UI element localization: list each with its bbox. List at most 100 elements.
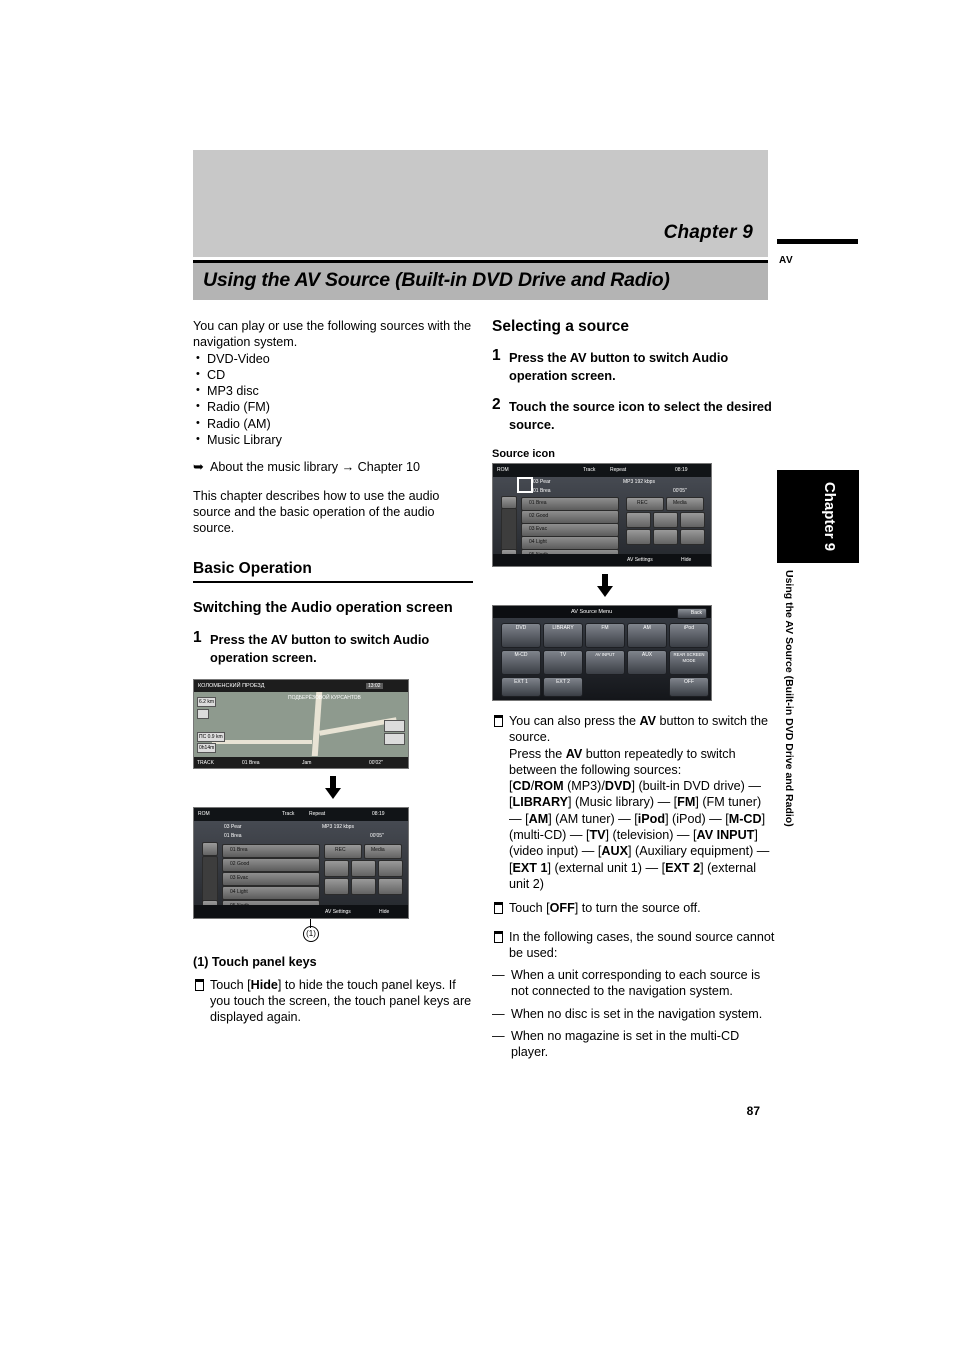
menushot-button-dvd[interactable]: DVD [501,623,541,648]
figure-callout-1: (1) [193,918,407,942]
menushot-button-tv[interactable]: TV [543,650,583,675]
left-column: You can play or use the following source… [193,318,473,1025]
audioshot2-row-top1: 03 Pear [533,479,551,485]
navshot-bottom-time: 00'02" [369,759,383,766]
navshot-icon-box [197,708,209,719]
menushot-button-aux[interactable]: AUX [627,650,667,675]
heading-selecting-a-source: Selecting a source [492,318,629,335]
chapter-description: This chapter describes how to use the au… [193,488,440,536]
navshot-street: ПОДБЕРЁЗОВОЙ КУРСАНТОВ [288,694,361,701]
audioshot2-list-label: 03 Evac [529,526,548,532]
audioshot2-prev-button[interactable] [626,512,651,528]
chapter-title: Using the AV Source (Built-in DVD Drive … [203,269,670,291]
right-column: Selecting a source 1 Press the AV button… [492,318,775,1061]
note-unavailable-sources: In the following cases, the sound source… [492,929,775,962]
step-1-text: Press the AV button to switch Audio oper… [210,631,430,665]
audioshot2-bitrate: MP3 192 kbps [623,479,655,485]
note-av-button: You can also press the AV button to swit… [492,713,775,892]
list-item: Radio (FM) [193,398,473,415]
step-2-number: 2 [492,396,501,413]
step-1-number: 1 [193,628,202,646]
audioshot-track-label: Track [282,810,295,817]
menushot-button-ipod[interactable]: iPod [669,623,709,648]
audioshot-time: 08:19 [372,810,385,817]
audioshot-rew-button[interactable] [324,877,349,895]
audioshot-position: 00'05" [370,832,384,839]
navshot-bottom-artist: Jam [302,759,312,766]
audioshot-list-label: 01 Brea [230,846,248,853]
note-off: Touch [OFF] to turn the source off. [492,900,775,916]
audioshot2-rew-button[interactable] [626,529,651,545]
audioshot-bitrate: MP3 192 kbps [322,823,354,830]
navshot-title: КОЛОМЕНСКИЙ ПРОЕЗД [198,682,265,689]
reference-arrow-icon: ➥ [193,459,204,475]
audioshot2-list-label: 01 Brea [529,500,547,506]
dash-icon: — [492,1029,505,1044]
heading-switching-audio-screen: Switching the Audio operation screen [193,599,453,616]
menushot-button-mcd[interactable]: M-CD [501,650,541,675]
navshot-zoom-out-icon [384,732,405,745]
menushot-title: AV Source Menu [571,609,613,615]
audioshot-next-button[interactable] [378,859,403,877]
audioshot2-row-top2: 01 Brea [533,488,551,494]
menushot-button-am[interactable]: AM [627,623,667,648]
flow-arrow-icon-right [597,574,613,598]
audioshot-stop-button[interactable] [351,877,376,895]
figure-av-source-menu: AV Source Menu Back DVD LIBRARY FM AM iP… [492,605,712,701]
audioshot2-source: ROM [497,467,509,473]
audioshot2-ff-button[interactable] [680,529,705,545]
menushot-button-rear-screen-mode[interactable]: REAR SCREEN MODE [669,650,709,675]
list-item: DVD-Video [193,350,473,367]
menushot-button-ext2[interactable]: EXT 2 [543,677,583,697]
navshot-road [311,691,323,756]
dash-text: When a unit corresponding to each source… [511,968,761,999]
figure-audio-operation-screen-right: ROM Track Repeat 08:19 03 Pear 01 Brea M… [492,463,712,567]
audioshot-prev-button[interactable] [324,859,349,877]
audioshot-source: ROM [198,810,210,817]
audioshot-botbar [194,904,408,918]
audioshot2-next-button[interactable] [680,512,705,528]
navshot-bottom-left: TRACK [197,759,214,766]
navshot-clock: 13:02 [366,682,383,689]
audioshot-scrollbar[interactable] [202,855,218,904]
audioshot2-stop-button[interactable] [653,529,678,545]
note-text: You can also press the AV button to swit… [509,714,770,891]
audioshot2-position: 00'05" [673,488,687,494]
list-item: Radio (AM) [193,415,473,432]
audioshot-ff-button[interactable] [378,877,403,895]
step-2-right: 2 Touch the source icon to select the de… [492,396,775,434]
list-item: CD [193,366,473,383]
menushot-button-av-input[interactable]: AV INPUT [585,650,625,675]
note-bullet-icon [494,930,503,943]
page-number: 87 [746,1104,760,1118]
callout-number: (1) [303,925,319,942]
menushot-button-library[interactable]: LIBRARY [543,623,583,648]
audioshot2-list-label: 04 Light [529,539,547,545]
margin-rule [777,239,858,244]
audioshot2-rec-label: REC [637,500,648,506]
audioshot2-list-label: 02 Good [529,513,549,519]
audioshot2-media-label: Media [673,500,687,506]
audioshot-row-top1: 03 Pear [224,823,242,830]
navshot-zoom-in-icon [384,719,405,732]
audioshot-list-label: 04 Light [230,888,248,895]
navshot-eta2: 0h14m [197,742,217,753]
list-item: MP3 disc [193,382,473,399]
audioshot2-play-pause-button[interactable] [653,512,678,528]
dash-text: When no magazine is set in the multi-CD … [511,1029,740,1060]
audioshot2-track-label: Track [583,467,596,473]
audioshot-play-pause-button[interactable] [351,859,376,877]
dash-icon: — [492,1006,505,1021]
audioshot2-scrollbar[interactable] [501,508,517,552]
menushot-button-off[interactable]: OFF [669,677,709,697]
audioshot2-botbar [493,554,711,566]
audioshot-scroll-up-button[interactable] [202,841,218,856]
audioshot-media-label: Media [371,846,385,853]
menushot-back-label: Back [690,610,702,616]
menushot-button-ext1[interactable]: EXT 1 [501,677,541,697]
reference-text: About the music library → Chapter 10 [210,460,420,475]
menushot-button-fm[interactable]: FM [585,623,625,648]
dash-item: — When a unit corresponding to each sour… [492,967,775,1000]
margin-av-label: AV [779,255,794,266]
navshot-distance: 6.2 km [197,696,217,707]
